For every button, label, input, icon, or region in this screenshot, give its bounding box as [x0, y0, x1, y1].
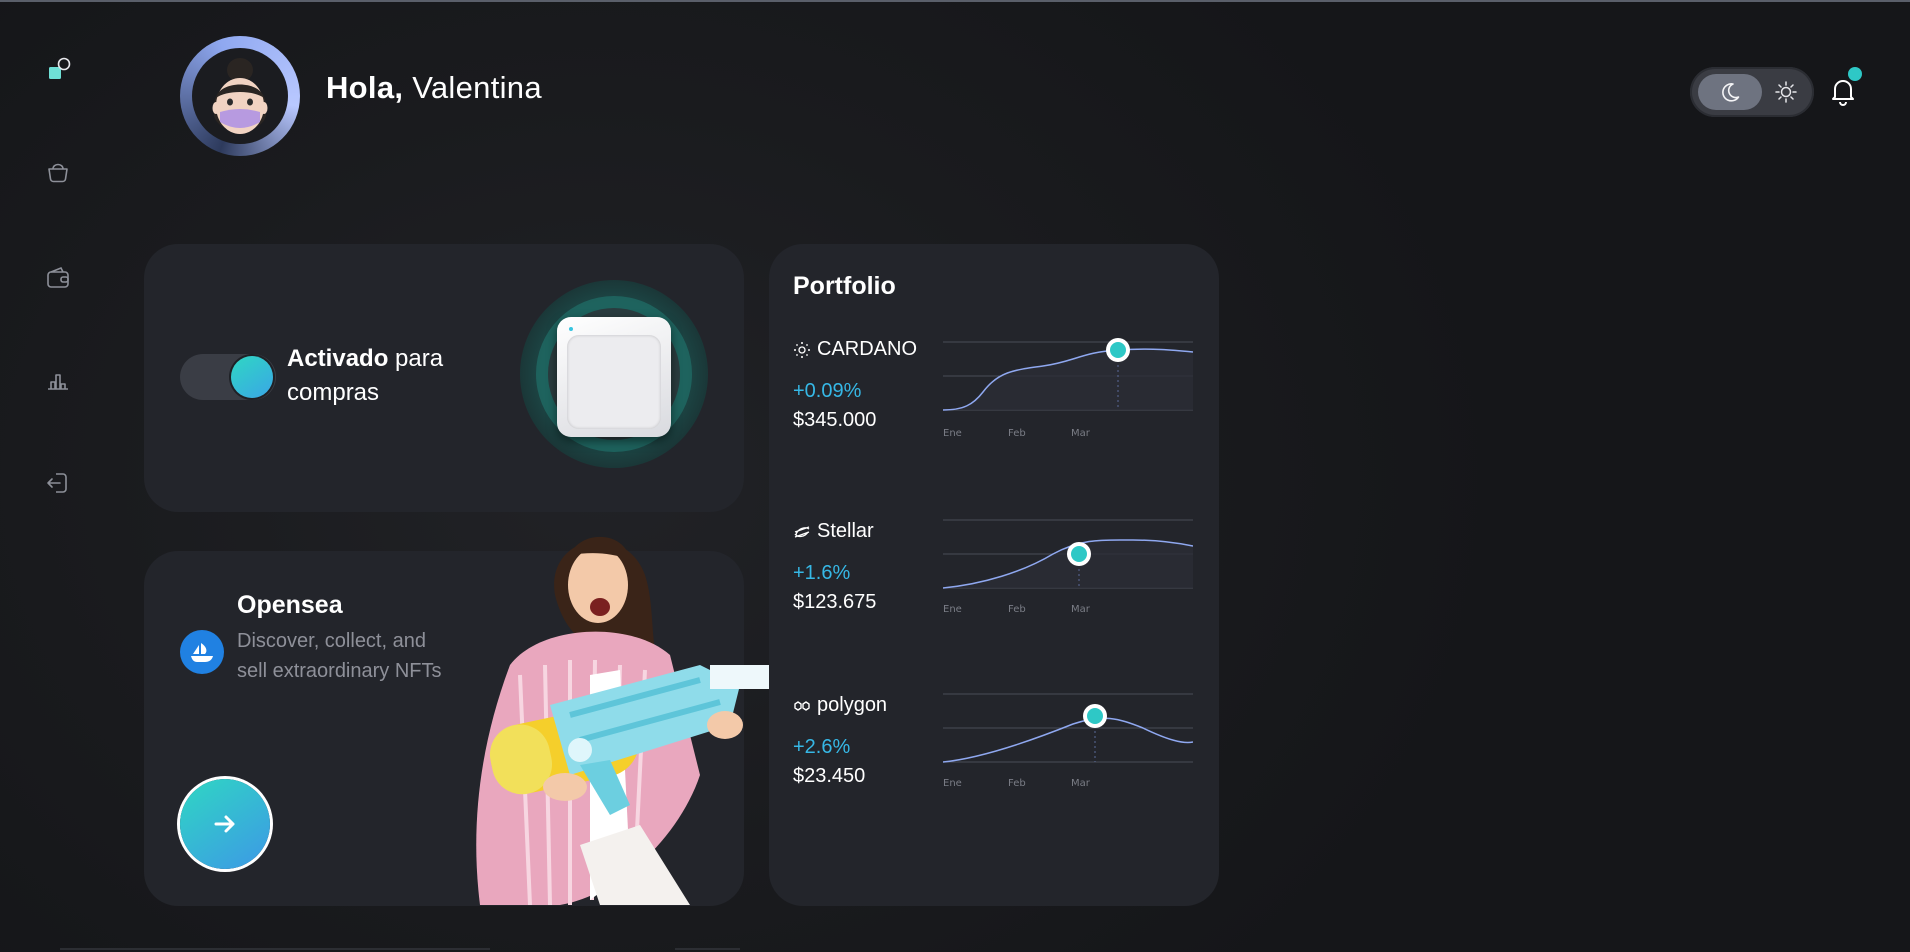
- coin-name: polygon: [793, 694, 887, 717]
- coin-name: Stellar: [793, 520, 874, 543]
- coin-name: CARDANO: [793, 338, 917, 361]
- x-tick-ene: Ene: [943, 428, 962, 439]
- coin-name-text: polygon: [817, 694, 888, 716]
- sidebar-item-shop[interactable]: [40, 153, 76, 189]
- x-tick-mar: Mar: [1071, 604, 1091, 615]
- x-tick-feb: Feb: [1008, 428, 1026, 439]
- dashboard-icon: [49, 57, 71, 79]
- scrollbar-thumb[interactable]: [675, 948, 740, 950]
- opensea-description: Discover, collect, and sell extraordinar…: [237, 630, 442, 682]
- coin-change: +1.6%: [793, 562, 851, 584]
- polygon-sparkline-chart: Ene Feb Mar: [943, 693, 1193, 789]
- notification-badge: [1848, 67, 1862, 81]
- light-mode-option[interactable]: [1772, 78, 1800, 106]
- portfolio-title: Portfolio: [793, 272, 896, 300]
- coin-price: $123.675: [793, 591, 877, 613]
- theme-toggle[interactable]: [1690, 67, 1814, 117]
- device-led: [569, 327, 573, 331]
- avatar[interactable]: [180, 30, 300, 158]
- polygon-icon: [793, 697, 811, 715]
- x-tick-ene: Ene: [943, 778, 962, 789]
- wallet-icon: [47, 266, 69, 288]
- x-tick-mar: Mar: [1071, 778, 1091, 789]
- opensea-go-button[interactable]: [180, 779, 270, 869]
- coin-name-text: Stellar: [817, 520, 874, 542]
- x-tick-feb: Feb: [1008, 778, 1026, 789]
- scrollbar-track[interactable]: [60, 948, 490, 950]
- portfolio-item-cardano[interactable]: CARDANO +0.09% $345.000 Ene Feb Mar: [793, 338, 1223, 468]
- sidebar-item-wallet[interactable]: [40, 260, 76, 296]
- window-top-border: [0, 0, 1910, 2]
- greeting-name: Valentina: [403, 70, 542, 105]
- coin-change: +0.09%: [793, 380, 862, 402]
- arrow-right-icon: [214, 815, 235, 833]
- x-tick-ene: Ene: [943, 604, 962, 615]
- activate-card: Activado para compras: [144, 244, 744, 512]
- x-tick-mar: Mar: [1071, 428, 1091, 439]
- shopping-bag-icon: [48, 163, 68, 183]
- cardano-sparkline-chart: Ene Feb Mar: [943, 338, 1193, 439]
- sun-icon: [1775, 81, 1797, 103]
- sidebar-item-logout[interactable]: [40, 465, 76, 501]
- coin-price: $23.450: [793, 765, 866, 787]
- greeting: Hola, Valentina: [326, 70, 542, 106]
- portfolio-item-polygon[interactable]: polygon +2.6% $23.450 Ene Feb Mar: [793, 693, 1223, 824]
- greeting-bold: Hola,: [326, 70, 404, 105]
- sidebar-item-dashboard[interactable]: [40, 52, 76, 88]
- person-with-water-gun-image: [476, 536, 770, 905]
- opensea-title: Opensea: [237, 591, 343, 619]
- activate-label: Activado para compras: [287, 342, 517, 410]
- sidebar: [0, 0, 118, 952]
- x-tick-feb: Feb: [1008, 604, 1026, 615]
- stellar-icon: [793, 523, 811, 541]
- portfolio-card: Portfolio CARDANO +0.09% $345.000 Ene Fe…: [769, 244, 1219, 906]
- sidebar-item-stats[interactable]: [40, 361, 76, 397]
- logout-icon: [47, 473, 67, 493]
- moon-icon: [1722, 83, 1740, 102]
- purchase-toggle[interactable]: [180, 354, 276, 400]
- activate-label-bold: Activado: [287, 345, 389, 372]
- dark-mode-option[interactable]: [1698, 74, 1762, 110]
- portfolio-item-stellar[interactable]: Stellar +1.6% $123.675 Ene Feb Mar: [793, 519, 1223, 650]
- device-pad: [567, 335, 661, 429]
- coin-name-text: CARDANO: [817, 338, 918, 360]
- toggle-knob: [231, 356, 273, 398]
- coin-change: +2.6%: [793, 736, 851, 758]
- stellar-sparkline-chart: Ene Feb Mar: [943, 519, 1193, 615]
- coin-price: $345.000: [793, 409, 877, 431]
- avatar-image: [192, 48, 288, 144]
- cardano-icon: [793, 341, 811, 359]
- opensea-logo-icon: [180, 630, 224, 674]
- bar-chart-icon: [48, 374, 68, 390]
- card-reader-image: [557, 317, 671, 437]
